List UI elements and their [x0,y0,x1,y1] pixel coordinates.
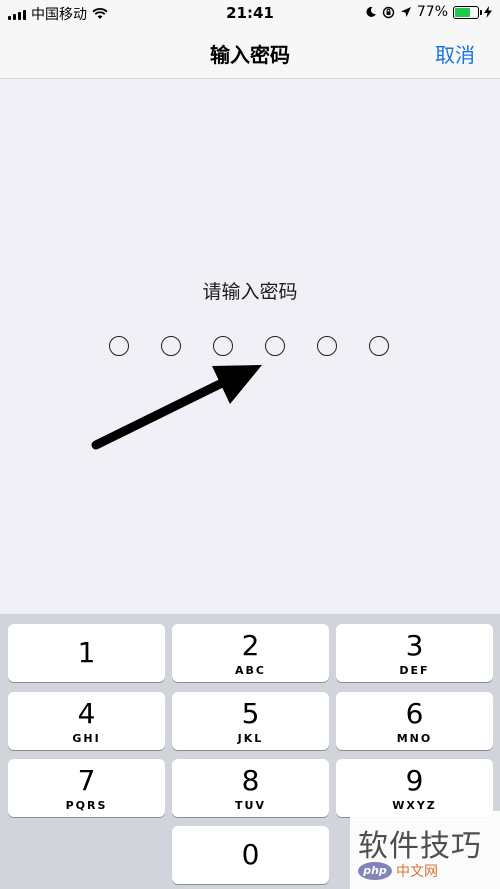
cancel-button[interactable]: 取消 [435,39,475,68]
key-number: 7 [77,764,96,797]
watermark-logo: php 中文网 [358,861,438,881]
passcode-dot [369,336,389,356]
battery-percent: 77% [416,4,448,20]
key-5[interactable]: 5 JKL [172,692,329,750]
key-letters: JKL [237,732,264,745]
passcode-dot [265,336,285,356]
key-number: 8 [241,764,260,797]
watermark: 软件技巧 php 中文网 [350,811,500,889]
passcode-dot [109,336,129,356]
passcode-dot [213,336,233,356]
key-number: 5 [241,697,260,730]
watermark-site: 中文网 [396,864,438,880]
key-letters: MNO [396,732,433,745]
key-2[interactable]: 2 ABC [172,624,329,682]
key-letters: TUV [235,799,266,812]
rotation-lock-icon [382,6,395,18]
moon-icon [366,6,376,17]
key-3[interactable]: 3 DEF [336,624,493,682]
key-number: 1 [77,636,96,669]
key-letters: PQRS [65,799,108,812]
key-1[interactable]: 1 [8,624,165,682]
passcode-dot [317,336,337,356]
battery-icon [453,5,482,19]
battery-level [455,7,471,17]
passcode-prompt: 请输入密码 [202,281,298,303]
key-number: 4 [77,697,96,730]
key-letters: DEF [399,664,430,677]
key-number: 0 [241,838,260,871]
key-letters: ABC [235,664,266,677]
navigation-bar: 输入密码 取消 [0,26,500,79]
key-number: 2 [241,629,260,662]
key-letters: GHI [72,732,101,745]
location-icon [400,7,411,17]
passcode-dot [161,336,181,356]
php-logo-icon: php [358,862,392,880]
watermark-text: 软件技巧 [358,829,482,864]
page-title: 输入密码 [210,43,290,67]
key-number: 9 [405,764,424,797]
key-0[interactable]: 0 [172,826,329,884]
status-right: 77% [365,4,492,20]
key-number: 3 [405,629,424,662]
key-8[interactable]: 8 TUV [172,759,329,817]
key-4[interactable]: 4 GHI [8,692,165,750]
key-number: 6 [405,697,424,730]
key-9[interactable]: 9 WXYZ [336,759,493,817]
key-7[interactable]: 7 PQRS [8,759,165,817]
key-6[interactable]: 6 MNO [336,692,493,750]
charging-bolt-icon [484,6,492,18]
status-bar: 中国移动 21:41 77% [0,0,500,26]
